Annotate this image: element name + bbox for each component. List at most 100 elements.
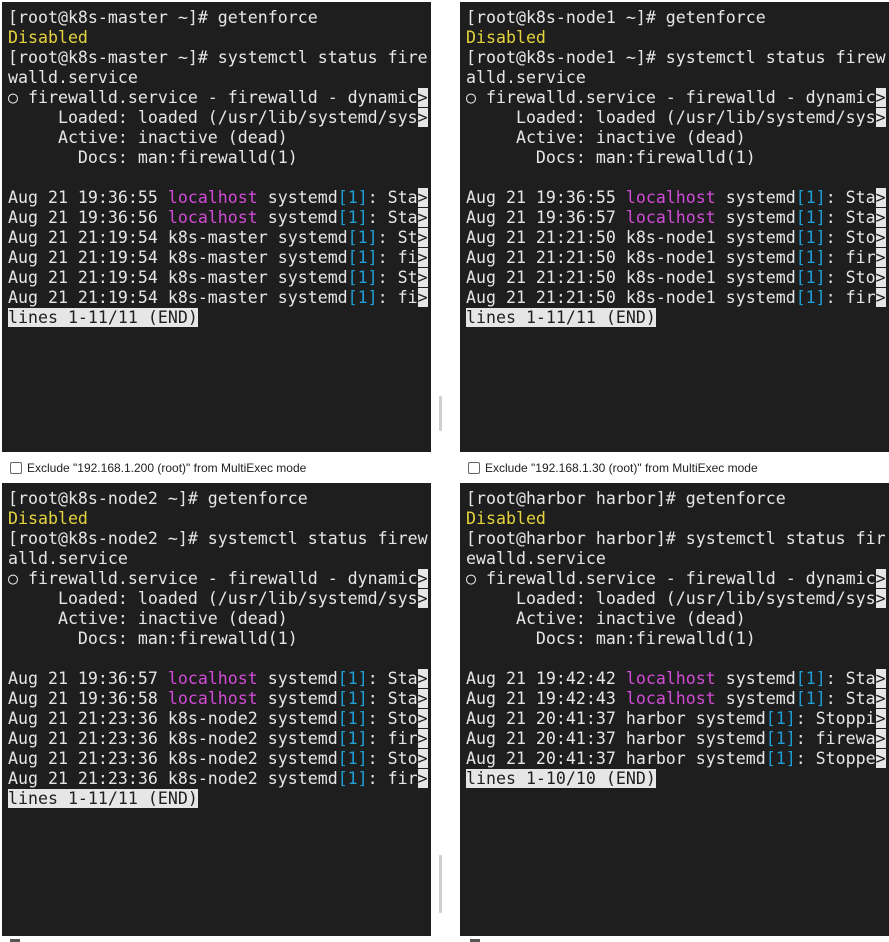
terminal-text: [1] [337,709,368,728]
terminal-line: Aug 21 19:42:43 localhost systemd[1]: St… [466,689,889,709]
terminal-text: Active: inactive (dead) [8,128,288,147]
terminal-line: Aug 21 19:36:57 localhost systemd[1]: St… [466,208,889,228]
terminal-line: ○ firewalld.service - firewalld - dynami… [466,569,889,589]
terminal-text: systemd [257,188,338,207]
terminal-pane-node1[interactable]: [root@k8s-node1 ~]# getenforce Disabled [r… [460,2,889,452]
terminal-line: Aug 21 19:36:57 localhost systemd[1]: St… [8,669,431,689]
terminal-text: : Sto [367,709,418,728]
terminal-text: : fi [377,248,418,267]
terminal-text: Aug 21 21:23:36 k8s-node2 systemd [8,749,338,768]
terminal-text: [root@k8s-node2 ~]# systemctl status fir… [8,529,428,548]
terminal-line: Active: inactive (dead) [466,609,889,629]
terminal-line: Aug 21 20:41:37 harbor systemd[1]: Stopp… [466,749,889,769]
terminal-text: Loaded: loaded (/usr/lib/systemd/sys [466,589,876,608]
checkbox-icon[interactable] [468,462,480,474]
terminal-text: [root@harbor harbor]# systemctl status f… [466,529,886,548]
terminal-text: [1] [347,288,378,307]
terminal-text: Aug 21 21:21:50 k8s-node1 systemd [466,288,796,307]
terminal-text: Aug 21 21:19:54 k8s-master systemd [8,228,348,247]
terminal-text: [1] [795,248,826,267]
truncation-marker: > [417,569,428,588]
terminal-text: Aug 21 19:36:55 [466,188,626,207]
terminal-line: Aug 21 21:23:36 k8s-node2 systemd[1]: St… [8,749,431,769]
terminal-line: [root@k8s-node1 ~]# systemctl status fir… [466,48,889,68]
terminal-line: Aug 21 21:21:50 k8s-node1 systemd[1]: fi… [466,288,889,308]
terminal-text: localhost [167,188,258,207]
terminal-line: Aug 21 19:36:55 localhost systemd[1]: St… [8,188,431,208]
terminal-line: Docs: man:firewalld(1) [8,148,431,168]
exclude-checkbox-left[interactable]: Exclude "192.168.1.200 (root)" from Mult… [10,458,306,478]
terminal-line: Aug 21 21:23:36 k8s-node2 systemd[1]: fi… [8,769,431,789]
terminal-line: [root@k8s-node1 ~]# getenforce [466,8,889,28]
terminal-text: Aug 21 21:23:36 k8s-node2 systemd [8,709,338,728]
terminal-text: Aug 21 19:36:58 [8,689,168,708]
terminal-output-node1: [root@k8s-node1 ~]# getenforce Disabled [r… [466,8,889,328]
terminal-line: Aug 21 21:19:54 k8s-master systemd[1]: f… [8,288,431,308]
terminal-text: localhost [625,689,716,708]
terminal-line: Docs: man:firewalld(1) [8,629,431,649]
terminal-pane-node2[interactable]: [root@k8s-node2 ~]# getenforce Disabled [r… [2,483,431,936]
exclude-checkbox-right[interactable]: Exclude "192.168.1.30 (root)" from Multi… [468,458,758,478]
truncation-marker: > [875,268,886,287]
terminal-text: alld.service [8,549,128,568]
scrollbar-master[interactable] [439,396,442,431]
terminal-text: [1] [765,709,796,728]
terminal-text: [1] [795,268,826,287]
terminal-text: Aug 21 19:36:55 [8,188,168,207]
truncation-marker: > [417,749,428,768]
terminal-line: lines 1-11/11 (END) [8,789,431,809]
terminal-text: : Sto [825,228,876,247]
truncation-marker: > [417,88,428,107]
truncation-marker: > [417,589,428,608]
terminal-output-harbor: [root@harbor harbor]# getenforce Disabled… [466,489,889,789]
terminal-text: Aug 21 21:21:50 k8s-node1 systemd [466,228,796,247]
exclude-label-right: Exclude "192.168.1.30 (root)" from Multi… [485,461,758,475]
terminal-text: : Sto [367,749,418,768]
terminal-text: : Sta [825,188,876,207]
terminal-line: [root@k8s-master ~]# systemctl status fi… [8,48,431,68]
terminal-line: Aug 21 20:41:37 harbor systemd[1]: Stopp… [466,709,889,729]
terminal-text: : Sto [825,268,876,287]
terminal-text: : Sta [825,208,876,227]
terminal-text: ○ firewalld.service - firewalld - dynami… [8,569,418,588]
terminal-pane-harbor[interactable]: [root@harbor harbor]# getenforce Disabled… [460,483,889,936]
terminal-text: : St [377,268,418,287]
terminal-line: [root@k8s-node2 ~]# getenforce [8,489,431,509]
terminal-line: lines 1-10/10 (END) [466,769,889,789]
terminal-text: [1] [337,729,368,748]
truncation-marker: > [875,729,886,748]
terminal-line: [root@harbor harbor]# getenforce [466,489,889,509]
terminal-text: systemd [257,689,338,708]
terminal-line: alld.service [466,68,889,88]
terminal-line: Aug 21 21:23:36 k8s-node2 systemd[1]: fi… [8,729,431,749]
terminal-text: systemd [257,669,338,688]
terminal-line: Aug 21 21:23:36 k8s-node2 systemd[1]: St… [8,709,431,729]
terminal-text: ○ firewalld.service - firewalld - dynami… [8,88,418,107]
terminal-text: [root@k8s-master ~]# systemctl status fi… [8,48,428,67]
terminal-text: Aug 21 21:21:50 k8s-node1 systemd [466,248,796,267]
terminal-line: lines 1-11/11 (END) [8,308,431,328]
terminal-text: systemd [257,208,338,227]
terminal-text: Aug 21 21:19:54 k8s-master systemd [8,248,348,267]
terminal-text: Aug 21 19:36:56 [8,208,168,227]
checkbox-icon[interactable] [10,462,22,474]
pager-status: lines 1-10/10 (END) [466,769,656,788]
terminal-line: Docs: man:firewalld(1) [466,629,889,649]
terminal-pane-master[interactable]: [root@k8s-master ~]# getenforce Disabled[… [2,2,431,452]
terminal-text: Disabled [466,28,546,47]
terminal-text: : Sta [367,669,418,688]
terminal-line: [root@k8s-node2 ~]# systemctl status fir… [8,529,431,549]
terminal-text: [1] [347,228,378,247]
terminal-output-master: [root@k8s-master ~]# getenforce Disabled[… [8,8,431,328]
terminal-text: [1] [765,729,796,748]
terminal-text: : St [377,228,418,247]
terminal-text: : fir [825,288,876,307]
terminal-line: Aug 21 21:19:54 k8s-master systemd[1]: f… [8,248,431,268]
terminal-text: [1] [337,689,368,708]
scrollbar-node2[interactable] [439,855,442,913]
truncation-marker: > [875,228,886,247]
truncation-marker: > [875,108,886,127]
terminal-line: Aug 21 21:19:54 k8s-master systemd[1]: S… [8,228,431,248]
